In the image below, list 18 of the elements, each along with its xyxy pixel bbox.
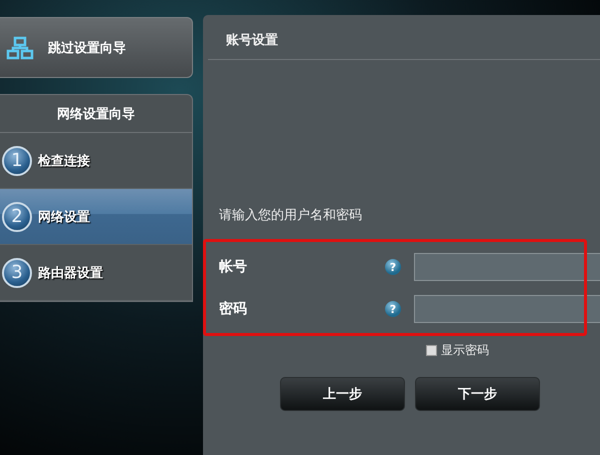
instruction-text: 请输入您的用户名和密码 [219,207,363,224]
field-label: 密码 [218,300,248,318]
panel-title: 账号设置 [208,15,600,60]
input-field[interactable] [414,295,600,323]
wizard-step[interactable]: 3 路由器设置 [0,245,192,301]
input-field[interactable] [414,253,600,281]
show-password-label: 显示密码 [441,342,489,359]
skip-wizard-button[interactable]: 跳过设置向导 [0,17,193,78]
next-button[interactable]: 下一步 [415,377,540,411]
step-number: 3 [2,258,32,288]
back-button[interactable]: 上一步 [280,377,405,411]
wizard-step[interactable]: 2 网络设置 [0,189,192,245]
wizard-title: 网络设置向导 [0,95,192,133]
show-password-checkbox[interactable] [426,345,437,356]
field-label: 帐号 [218,258,248,276]
network-icon [6,36,34,60]
step-number: 1 [2,146,32,176]
step-number: 2 [2,202,32,232]
